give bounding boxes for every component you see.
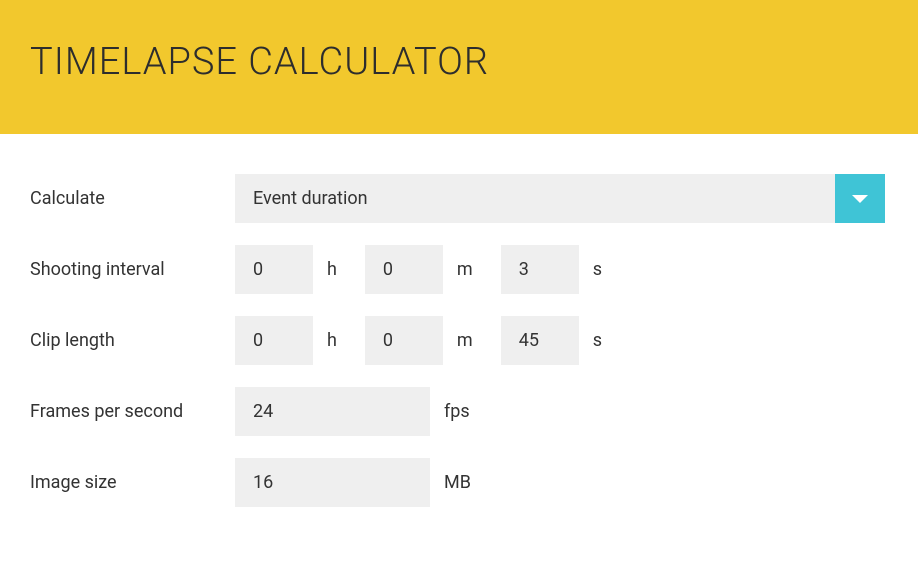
- hours-unit: h: [313, 259, 365, 280]
- clip-length-hours-input[interactable]: [235, 316, 313, 365]
- fps-label: Frames per second: [30, 401, 235, 422]
- calculator-form: Calculate Event duration Shooting interv…: [0, 134, 918, 569]
- image-size-input[interactable]: [235, 458, 430, 507]
- calculate-row: Calculate Event duration: [30, 174, 888, 223]
- page-header: TIMELAPSE CALCULATOR: [0, 0, 918, 134]
- fps-unit: fps: [430, 401, 498, 422]
- calculate-label: Calculate: [30, 188, 235, 209]
- clip-length-inputs: h m s: [235, 316, 630, 365]
- hours-unit: h: [313, 330, 365, 351]
- clip-length-minutes-input[interactable]: [365, 316, 443, 365]
- page-title: TIMELAPSE CALCULATOR: [30, 40, 888, 84]
- image-size-label: Image size: [30, 472, 235, 493]
- dropdown-arrow-button[interactable]: [835, 174, 885, 223]
- shooting-interval-row: Shooting interval h m s: [30, 245, 888, 294]
- calculate-value: Event duration: [235, 174, 835, 223]
- image-size-unit: MB: [430, 472, 499, 493]
- clip-length-row: Clip length h m s: [30, 316, 888, 365]
- minutes-unit: m: [443, 330, 501, 351]
- seconds-unit: s: [579, 330, 630, 351]
- shooting-interval-inputs: h m s: [235, 245, 630, 294]
- seconds-unit: s: [579, 259, 630, 280]
- shooting-interval-label: Shooting interval: [30, 259, 235, 280]
- fps-row: Frames per second fps: [30, 387, 888, 436]
- shooting-interval-hours-input[interactable]: [235, 245, 313, 294]
- fps-input[interactable]: [235, 387, 430, 436]
- image-size-row: Image size MB: [30, 458, 888, 507]
- minutes-unit: m: [443, 259, 501, 280]
- image-size-inputs: MB: [235, 458, 499, 507]
- clip-length-seconds-input[interactable]: [501, 316, 579, 365]
- calculate-select[interactable]: Event duration: [235, 174, 885, 223]
- chevron-down-icon: [852, 194, 868, 204]
- fps-inputs: fps: [235, 387, 498, 436]
- shooting-interval-seconds-input[interactable]: [501, 245, 579, 294]
- shooting-interval-minutes-input[interactable]: [365, 245, 443, 294]
- clip-length-label: Clip length: [30, 330, 235, 351]
